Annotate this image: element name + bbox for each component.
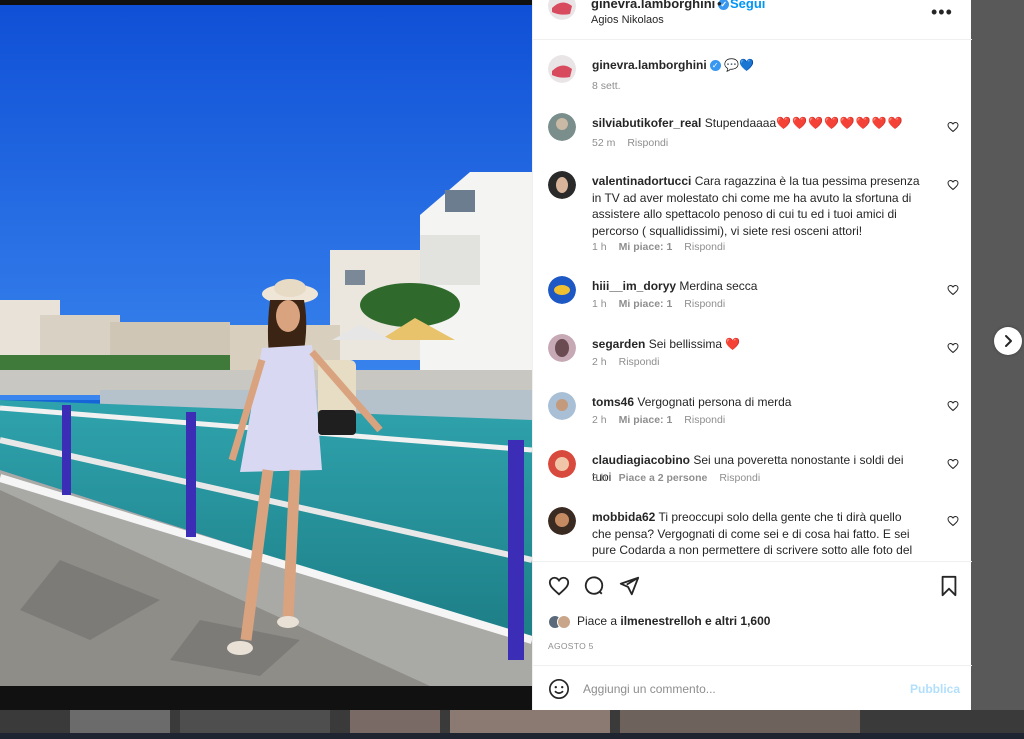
heart-emoji: ❤️	[725, 337, 742, 351]
reply-link[interactable]: Rispondi	[684, 298, 725, 310]
comment-username[interactable]: hiii__im_doryy	[592, 279, 676, 293]
like-comment-heart-icon[interactable]	[947, 458, 959, 470]
comment-text: mobbida62 Ti preoccupi solo della gente …	[592, 510, 913, 561]
comment-input[interactable]	[583, 678, 883, 700]
caption-emoji: 💬💙	[724, 58, 754, 72]
liker-username[interactable]: ilmenestrelloh	[620, 614, 701, 628]
caption-item: ginevra.lamborghini ✓ 💬💙 8 sett.	[533, 55, 972, 105]
reply-link[interactable]: Rispondi	[719, 472, 760, 484]
likes-count[interactable]: Piace a 2 persone	[619, 472, 708, 484]
likes-count[interactable]: Mi piace: 1	[619, 414, 673, 426]
caption-meta: 8 sett.	[592, 80, 633, 92]
comment-meta: 2 h Rispondi	[592, 356, 660, 368]
comment-meta: 1 h Mi piace: 1 Rispondi	[592, 298, 726, 310]
comment-username[interactable]: mobbida62	[592, 510, 655, 524]
like-comment-heart-icon[interactable]	[947, 284, 959, 296]
post-location[interactable]: Agios Nikolaos	[591, 14, 664, 26]
comments-list[interactable]: ginevra.lamborghini ✓ 💬💙 8 sett. silviabu…	[533, 41, 972, 561]
comment-meta: 2 h Mi piace: 1 Rispondi	[592, 414, 726, 426]
separator-dot: •	[717, 0, 722, 11]
comment-item: mobbida62 Ti preoccupi solo della gente …	[533, 507, 972, 561]
comment-item: toms46 Vergognati persona di merda 2 h Mi…	[533, 392, 972, 442]
caption-time: 8 sett.	[592, 80, 621, 92]
comment-meta: 1 h Mi piace: 1 Rispondi	[592, 241, 726, 253]
like-comment-heart-icon[interactable]	[947, 121, 959, 133]
comment-username[interactable]: toms46	[592, 395, 634, 409]
photo-illustration	[0, 0, 532, 686]
post-modal: ginevra.lamborghini ✓ • Segui Agios Nikol…	[0, 0, 972, 710]
caption-username[interactable]: ginevra.lamborghini	[592, 58, 707, 72]
liker-avatar	[557, 614, 571, 629]
comment-item: valentinadortucci Cara ragazzina è la tu…	[533, 171, 972, 261]
next-post-button[interactable]	[994, 327, 1022, 355]
comment-item: segarden Sei bellissima ❤️ 2 h Rispondi	[533, 334, 972, 384]
comment-text: hiii__im_doryy Merdina secca	[592, 279, 758, 293]
like-comment-heart-icon[interactable]	[947, 179, 959, 191]
commenter-avatar[interactable]	[548, 450, 576, 478]
commenter-avatar[interactable]	[548, 171, 576, 199]
likes-others[interactable]: e altri 1,600	[702, 614, 770, 628]
likes-count[interactable]: Mi piace: 1	[619, 298, 673, 310]
comment-text: silviabutikofer_real Stupendaaaa❤️❤️❤️❤️…	[592, 116, 904, 130]
caption-text: ginevra.lamborghini ✓ 💬💙	[592, 57, 922, 74]
more-options-icon[interactable]: •••	[931, 2, 953, 23]
post-header: ginevra.lamborghini ✓ • Segui Agios Nikol…	[533, 0, 972, 40]
comment-bubble-icon[interactable]	[583, 575, 605, 597]
comment-meta: 52 m Rispondi	[592, 137, 669, 149]
commenter-avatar[interactable]	[548, 507, 576, 535]
likes-summary[interactable]: Piace a ilmenestrelloh e altri 1,600	[548, 614, 770, 629]
like-heart-icon[interactable]	[548, 575, 570, 597]
reply-link[interactable]: Rispondi	[627, 137, 668, 149]
comment-username[interactable]: valentinadortucci	[592, 174, 691, 188]
photo-top-edge	[0, 0, 532, 5]
comment-item: silviabutikofer_real Stupendaaaa❤️❤️❤️❤️…	[533, 113, 972, 165]
likes-count[interactable]: Mi piace: 1	[619, 241, 673, 253]
comment-username[interactable]: claudiagiacobino	[592, 453, 690, 467]
like-comment-heart-icon[interactable]	[947, 515, 959, 527]
reply-link[interactable]: Rispondi	[619, 356, 660, 368]
chevron-right-icon	[1005, 335, 1012, 347]
hearts-emoji: ❤️❤️❤️❤️❤️❤️❤️❤️	[776, 116, 904, 130]
post-actions: Piace a ilmenestrelloh e altri 1,600 AGO…	[533, 561, 972, 665]
post-side-panel: ginevra.lamborghini ✓ • Segui Agios Nikol…	[532, 0, 972, 710]
comment-text: segarden Sei bellissima ❤️	[592, 337, 742, 351]
photo-bottom-edge	[0, 686, 532, 710]
save-bookmark-icon[interactable]	[938, 575, 960, 597]
taskbar	[0, 733, 1024, 739]
post-photo[interactable]	[0, 0, 532, 686]
author-username[interactable]: ginevra.lamborghini ✓	[591, 0, 730, 11]
author-avatar[interactable]	[548, 55, 576, 83]
comment-text: toms46 Vergognati persona di merda	[592, 395, 792, 409]
like-comment-heart-icon[interactable]	[947, 342, 959, 354]
comment-text: valentinadortucci Cara ragazzina è la tu…	[592, 174, 920, 238]
add-comment-bar: Pubblica	[533, 665, 972, 710]
emoji-picker-icon[interactable]	[548, 678, 570, 700]
share-paper-plane-icon[interactable]	[618, 575, 640, 597]
commenter-avatar[interactable]	[548, 334, 576, 362]
comment-username[interactable]: segarden	[592, 337, 645, 351]
reply-link[interactable]: Rispondi	[684, 414, 725, 426]
commenter-avatar[interactable]	[548, 276, 576, 304]
verified-badge-icon: ✓	[709, 60, 721, 72]
author-avatar[interactable]	[548, 0, 576, 20]
publish-button[interactable]: Pubblica	[910, 682, 960, 696]
comment-item: claudiagiacobino Sei una poveretta nonos…	[533, 450, 972, 500]
commenter-avatar[interactable]	[548, 392, 576, 420]
like-comment-heart-icon[interactable]	[947, 400, 959, 412]
reply-link[interactable]: Rispondi	[684, 241, 725, 253]
follow-button[interactable]: Segui	[730, 0, 765, 11]
post-date: AGOSTO 5	[548, 641, 594, 651]
comment-username[interactable]: silviabutikofer_real	[592, 116, 701, 130]
comment-meta: 3 h Piace a 2 persone Rispondi	[592, 472, 761, 484]
comment-item: hiii__im_doryy Merdina secca 1 h Mi piace…	[533, 276, 972, 326]
commenter-avatar[interactable]	[548, 113, 576, 141]
